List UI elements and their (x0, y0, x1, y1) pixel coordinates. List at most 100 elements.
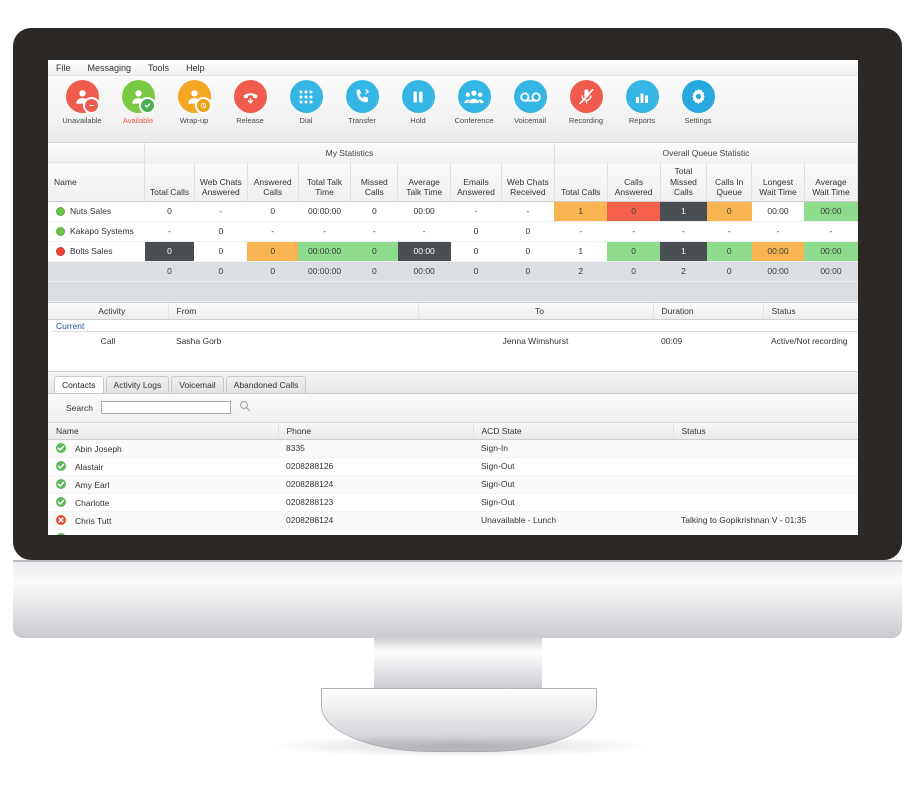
agent-name: Nuts Sales (70, 206, 112, 217)
tab-activity-logs[interactable]: Activity Logs (105, 375, 170, 393)
column-header-contact-status[interactable]: Status (673, 422, 858, 440)
toolbar-button-unavailable[interactable]: Unavailable (54, 80, 110, 125)
agent-name: Bolts Sales (70, 246, 113, 257)
table-row[interactable]: Nuts Sales 0 - 0 00:00:00 0 00:00 - - 1 … (48, 201, 858, 222)
monitor-shadow (265, 735, 655, 757)
toolbar-label: Conference (454, 116, 494, 125)
toolbar-label: Unavailable (62, 116, 102, 125)
totals-cell: 00:00 (804, 260, 858, 282)
column-header-average-wait-time[interactable]: Average Wait Time (804, 162, 858, 202)
activity-header-row: Activity From To Duration Status (48, 302, 858, 320)
toolbar-button-settings[interactable]: Settings (670, 80, 726, 125)
column-header-missed-calls[interactable]: Missed Calls (350, 162, 399, 202)
table-row[interactable]: Bolts Sales 0 0 0 00:00:00 0 00:00 0 0 1… (48, 241, 858, 262)
stat-cell: 1 (554, 241, 608, 262)
contact-name: Chris Tutt (75, 515, 112, 526)
toolbar-button-voicemail[interactable]: Voicemail (502, 80, 558, 125)
list-item[interactable]: Charlotte 0208288123 Sign-Out (48, 493, 858, 512)
menu-item-file[interactable]: File (56, 63, 71, 73)
list-item[interactable]: Cindy Brown 0208288123 (48, 529, 858, 535)
toolbar-button-transfer[interactable]: Transfer (334, 80, 390, 125)
column-header-longest-wait-time[interactable]: Longest Wait Time (751, 162, 805, 202)
totals-cell: 0 (247, 260, 299, 282)
presence-online-icon (56, 460, 66, 471)
totals-cell: 0 (607, 260, 661, 282)
stat-cell: - (450, 201, 502, 222)
status-dot-unavailable (56, 246, 65, 256)
stat-cell: 00:00 (397, 201, 451, 222)
column-header-contact-phone[interactable]: Phone (278, 422, 474, 440)
toolbar-button-conference[interactable]: Conference (446, 80, 502, 125)
stat-cell: 0 (450, 221, 502, 242)
list-item[interactable]: Alastair 0208288126 Sign-Out (48, 457, 858, 476)
stat-cell: 0 (706, 201, 752, 222)
menu-item-help[interactable]: Help (186, 63, 205, 73)
activity-group-row[interactable]: Current (48, 319, 858, 333)
column-header-status[interactable]: Status (763, 302, 858, 320)
totals-cell: 00:00 (397, 260, 451, 282)
column-header-total-missed-calls[interactable]: Total Missed Calls (660, 162, 708, 202)
agent-name-cell: Kakapo Systems (48, 221, 145, 242)
contact-name: Alastair (75, 461, 104, 472)
column-header-duration[interactable]: Duration (653, 302, 764, 320)
contact-name: Amy Earl (75, 479, 110, 490)
column-header-web-chats-received[interactable]: Web Chats Received (501, 162, 555, 202)
menu-item-messaging[interactable]: Messaging (88, 63, 132, 73)
toolbar-label: Settings (684, 116, 712, 125)
table-row[interactable]: Call Sasha Gorb Jenna Wimshurst 00:09 Ac… (48, 333, 858, 349)
column-header-total-talk-time[interactable]: Total Talk Time (298, 162, 352, 202)
toolbar-button-available[interactable]: Available (110, 80, 166, 125)
tab-bar: Contacts Activity Logs Voicemail Abandon… (48, 371, 858, 394)
contact-status (673, 529, 858, 535)
activity-panel: Activity From To Duration Status Current… (48, 302, 858, 372)
column-header-activity[interactable]: Activity (48, 302, 169, 320)
stat-cell: 00:00:00 (298, 201, 351, 222)
search-icon[interactable] (239, 399, 251, 417)
column-header-to[interactable]: To (418, 302, 654, 320)
column-header-from[interactable]: From (168, 302, 419, 320)
column-header-web-chats-answered[interactable]: Web Chats Answered (194, 162, 248, 202)
activity-status: Active/Not recording (771, 335, 848, 346)
column-header-calls-answered[interactable]: Calls Answered (607, 162, 661, 202)
toolbar-button-hold[interactable]: Hold (390, 80, 446, 125)
activity-group-label: Current (56, 320, 85, 331)
toolbar-button-reports[interactable]: Reports (614, 80, 670, 125)
monitor-scene: File Messaging Tools Help Unavailable Av… (0, 0, 915, 805)
column-header-contact-name[interactable]: Name (48, 422, 279, 440)
list-item[interactable]: Amy Earl 0208288124 Sign-Out (48, 475, 858, 494)
contact-acd-state (473, 529, 673, 535)
column-header-name[interactable]: Name (48, 162, 146, 202)
group-divider (52, 330, 858, 332)
column-header-answered-calls[interactable]: Answered Calls (247, 162, 299, 202)
agent-name-cell: Nuts Sales (48, 201, 145, 222)
toolbar-button-dial[interactable]: Dial (278, 80, 334, 125)
menu-item-tools[interactable]: Tools (148, 63, 169, 73)
list-item[interactable]: Abin Joseph 8335 Sign-In (48, 439, 858, 458)
status-dot-available (56, 206, 65, 216)
toolbar-button-recording[interactable]: Recording (558, 80, 614, 125)
toolbar-button-release[interactable]: Release (222, 80, 278, 125)
list-item[interactable]: Chris Tutt 0208288124 Unavailable - Lunc… (48, 511, 858, 530)
table-row[interactable]: Kakapo Systems - 0 - - - - 0 0 - - - - - (48, 221, 858, 242)
column-header-acd-state[interactable]: ACD State (473, 422, 674, 440)
tab-abandoned-calls[interactable]: Abandoned Calls (225, 375, 307, 393)
tab-voicemail[interactable]: Voicemail (171, 375, 224, 393)
activity-type: Call (100, 335, 116, 346)
activity-to: Jenna Wimshurst (502, 335, 569, 346)
contact-name-cell: Chris Tutt (48, 511, 278, 530)
totals-cell: 0 (194, 260, 248, 282)
contacts-header-row: Name Phone ACD State Status (48, 422, 858, 440)
search-input[interactable] (100, 401, 231, 415)
agent-name-cell: Bolts Sales (48, 241, 145, 262)
column-header-total-calls-queue[interactable]: Total Calls (554, 162, 608, 202)
stat-cell: 00:00:00 (298, 241, 351, 262)
toolbar-button-wrapup[interactable]: Wrap-up (166, 80, 222, 125)
pause-icon (401, 80, 435, 113)
column-header-emails-answered[interactable]: Emails Answered (450, 162, 502, 202)
column-header-average-talk-time[interactable]: Average Talk Time (397, 162, 452, 202)
tab-contacts[interactable]: Contacts (54, 375, 104, 393)
column-header-calls-in-queue[interactable]: Calls In Queue (706, 162, 753, 202)
column-header-total-calls-my[interactable]: Total Calls (144, 162, 195, 202)
gear-icon (681, 80, 715, 113)
toolbar-label: Release (236, 116, 264, 125)
